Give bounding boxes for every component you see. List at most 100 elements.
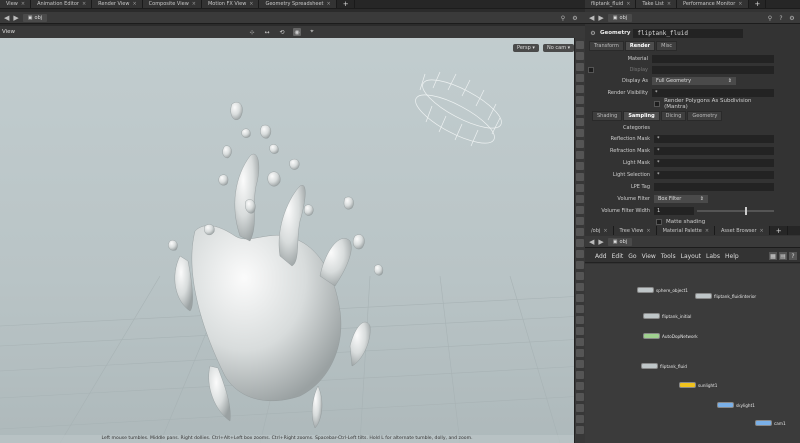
display-option-icon[interactable] — [576, 206, 584, 214]
gear-icon[interactable]: ⚙ — [788, 14, 796, 22]
close-icon[interactable]: × — [327, 1, 331, 7]
display-option-icon[interactable] — [576, 305, 584, 313]
menu-view[interactable]: View — [642, 253, 656, 260]
camera-menu-button[interactable]: No cam ▾ — [543, 44, 575, 52]
light-selection-field[interactable]: * — [654, 170, 774, 179]
transform-icon[interactable]: ↔ — [263, 28, 271, 36]
display-option-icon[interactable] — [576, 107, 584, 115]
display-option-icon[interactable] — [576, 151, 584, 159]
close-icon[interactable]: × — [82, 1, 86, 7]
display-option-icon[interactable] — [576, 338, 584, 346]
help-icon[interactable]: ? — [789, 252, 797, 260]
forward-arrow-icon[interactable]: ▶ — [598, 14, 603, 22]
network-node[interactable]: AutoDopNetwork — [643, 333, 698, 339]
display-option-icon[interactable] — [576, 294, 584, 302]
network-node[interactable]: fliptank_initial — [643, 313, 691, 319]
display-option-icon[interactable] — [576, 239, 584, 247]
tab-take-list[interactable]: Take List × — [636, 0, 678, 8]
path-chip[interactable]: ▣ obj — [607, 237, 633, 246]
categories-field[interactable] — [654, 124, 774, 132]
menu-labs[interactable]: Labs — [706, 253, 720, 260]
display-option-icon[interactable] — [576, 415, 584, 423]
display-option-icon[interactable] — [576, 250, 584, 258]
close-icon[interactable]: × — [192, 1, 196, 7]
menu-go[interactable]: Go — [628, 253, 636, 260]
snap-icon[interactable]: ⌖ — [308, 28, 316, 36]
display-checkbox[interactable] — [588, 66, 594, 73]
display-option-icon[interactable] — [576, 426, 584, 434]
subdivision-checkbox[interactable] — [654, 100, 661, 107]
gear-icon[interactable]: ⚙ — [571, 14, 579, 22]
tab-misc[interactable]: Misc — [656, 41, 678, 51]
node-body[interactable] — [717, 402, 734, 408]
display-option-icon[interactable] — [576, 41, 584, 49]
pin-icon[interactable]: ⚲ — [766, 14, 774, 22]
node-body[interactable] — [695, 293, 712, 299]
tab-render-view[interactable]: Render View × — [92, 0, 143, 8]
display-field[interactable] — [652, 65, 774, 74]
back-arrow-icon[interactable]: ◀ — [589, 238, 594, 246]
display-option-icon[interactable] — [576, 316, 584, 324]
tab-view[interactable]: View × — [0, 0, 32, 8]
display-option-icon[interactable] — [576, 63, 584, 71]
close-icon[interactable]: × — [21, 1, 25, 7]
tab-dicing[interactable]: Dicing — [660, 111, 687, 121]
node-body[interactable] — [637, 287, 654, 293]
grid-icon[interactable]: ▦ — [769, 252, 777, 260]
close-icon[interactable]: × — [132, 1, 136, 7]
perspective-menu-button[interactable]: Persp ▾ — [513, 44, 539, 52]
display-option-icon[interactable] — [576, 283, 584, 291]
rotate-icon[interactable]: ⟲ — [278, 28, 286, 36]
add-tab-button[interactable]: + — [748, 0, 767, 8]
slider-handle[interactable] — [744, 206, 747, 215]
reflection-mask-field[interactable]: * — [654, 134, 774, 143]
layout-icon[interactable]: ▤ — [779, 252, 787, 260]
display-option-icon[interactable] — [576, 195, 584, 203]
display-option-icon[interactable] — [576, 360, 584, 368]
display-option-icon[interactable] — [576, 272, 584, 280]
tab-shading[interactable]: Shading — [592, 111, 623, 121]
network-editor[interactable]: sphere_object1 fliptank_fluidinterior fl… — [585, 264, 800, 443]
help-icon[interactable]: ? — [777, 14, 785, 22]
close-icon[interactable]: × — [603, 228, 607, 234]
close-icon[interactable]: × — [705, 228, 709, 234]
tab-material-palette[interactable]: Material Palette × — [656, 226, 716, 235]
tab-transform[interactable]: Transform — [589, 41, 624, 51]
back-arrow-icon[interactable]: ◀ — [4, 14, 9, 22]
node-body[interactable] — [643, 313, 660, 319]
network-node[interactable]: skylight1 — [717, 402, 755, 408]
material-field[interactable] — [652, 54, 774, 63]
lpe-tag-field[interactable] — [654, 182, 774, 191]
forward-arrow-icon[interactable]: ▶ — [598, 238, 603, 246]
network-node[interactable]: sunlight1 — [679, 382, 717, 388]
tab-geometry-spreadsheet[interactable]: Geometry Spreadsheet × — [259, 0, 337, 8]
matte-checkbox[interactable] — [656, 218, 662, 225]
network-node[interactable]: fliptank_fluidinterior — [695, 293, 756, 299]
menu-add[interactable]: Add — [595, 253, 607, 260]
tab-obj[interactable]: /obj × — [585, 226, 614, 235]
display-option-icon[interactable] — [576, 140, 584, 148]
display-option-icon[interactable] — [576, 217, 584, 225]
display-option-icon[interactable] — [576, 393, 584, 401]
tab-motion-fx-view[interactable]: Motion FX View × — [201, 0, 260, 8]
node-body[interactable] — [679, 382, 696, 388]
tab-animation-editor[interactable]: Animation Editor × — [31, 0, 93, 8]
light-mask-field[interactable]: * — [654, 158, 774, 167]
add-tab-button[interactable]: + — [769, 226, 788, 235]
display-option-icon[interactable] — [576, 371, 584, 379]
volume-filter-width-field[interactable]: 1 — [654, 206, 694, 215]
display-option-icon[interactable] — [576, 162, 584, 170]
close-icon[interactable]: × — [626, 1, 630, 7]
close-icon[interactable]: × — [646, 228, 650, 234]
menu-tools[interactable]: Tools — [661, 253, 676, 260]
tab-asset-browser[interactable]: Asset Browser × — [715, 226, 770, 235]
display-option-icon[interactable] — [576, 118, 584, 126]
tab-performance-monitor[interactable]: Performance Monitor × — [677, 0, 749, 8]
tab-render[interactable]: Render — [624, 41, 656, 51]
3d-viewport[interactable] — [0, 26, 585, 443]
tab-tree-view[interactable]: Tree View × — [613, 226, 657, 235]
node-body[interactable] — [641, 363, 658, 369]
display-option-icon[interactable] — [576, 404, 584, 412]
close-icon[interactable]: × — [249, 1, 253, 7]
render-visibility-field[interactable]: * — [652, 88, 774, 97]
